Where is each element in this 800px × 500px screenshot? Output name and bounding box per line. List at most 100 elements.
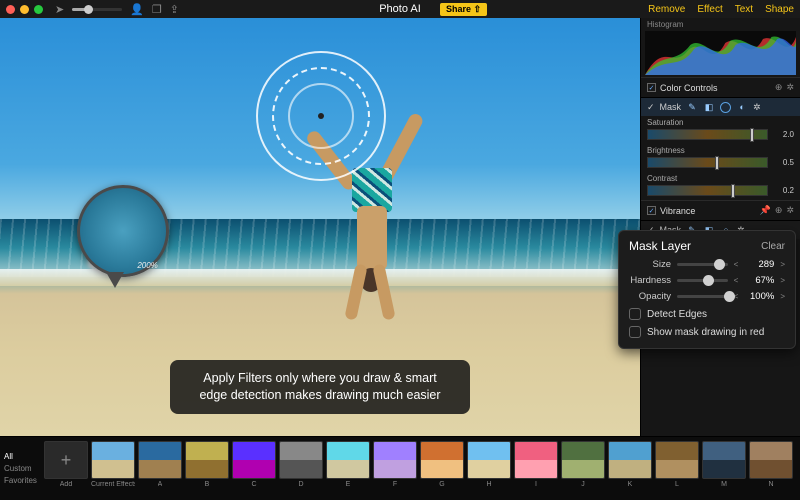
brush-preview-circle[interactable] [256,51,386,181]
thumb-label: N [768,481,773,488]
magnifier-loupe[interactable]: 200% [77,185,169,277]
filter-thumb[interactable]: I [514,441,558,488]
gear-icon[interactable]: ✲ [786,82,794,93]
pin-icon[interactable]: 📌 [760,205,771,216]
size-slider[interactable] [677,263,728,266]
decrement-icon[interactable]: < [734,260,739,269]
clear-button[interactable]: Clear [761,241,785,252]
category-favorites[interactable]: Favorites [4,476,40,485]
invert-icon[interactable]: ◐ [736,101,748,113]
param-value: 0.5 [772,158,794,167]
window-minimize-icon[interactable] [20,5,29,14]
thumb-label: F [393,481,397,488]
filter-thumb[interactable]: K [608,441,652,488]
eraser-tool-icon[interactable]: ◧ [703,101,715,113]
hint-callout: Apply Filters only where you draw & smar… [170,360,470,414]
checkbox-label: Show mask drawing in red [647,327,764,338]
histogram [645,31,796,75]
export-icon[interactable]: ⇪ [170,3,179,16]
filter-thumb[interactable]: Current Effects [91,441,135,488]
thumb-label: J [581,481,585,488]
increment-icon[interactable]: > [780,292,785,301]
pointer-icon[interactable]: ➤ [55,3,64,16]
pin-icon[interactable]: ⊕ [775,82,783,93]
thumb-label: E [346,481,351,488]
filter-thumb[interactable]: C [232,441,276,488]
hardness-slider[interactable] [677,279,728,282]
brightness-slider[interactable] [647,157,768,168]
slider-value: 289 [744,259,774,270]
section-vibrance[interactable]: ✓ Vibrance 📌 ⊕ ✲ [641,200,800,220]
brush-tool-icon[interactable]: ✎ [686,101,698,113]
section-label: Vibrance [660,206,756,216]
user-icon[interactable]: 👤 [130,3,144,16]
decrement-icon[interactable]: < [734,276,739,285]
increment-icon[interactable]: > [780,276,785,285]
contrast-slider[interactable] [647,185,768,196]
filter-thumb[interactable]: J [561,441,605,488]
slider-value: 100% [744,291,774,302]
filter-thumb[interactable]: M [702,441,746,488]
checkbox-icon[interactable]: ✓ [647,83,656,92]
inspector-panel: Histogram ✓ Color Controls ⊕ ✲ ✓ Mask ✎ … [640,18,800,436]
checkbox-icon[interactable]: ✓ [647,102,655,113]
filter-thumb[interactable]: D [279,441,323,488]
thumb-label: C [251,481,256,488]
thumb-label: D [298,481,303,488]
size-row: Size < 289 > [629,259,785,270]
section-color-controls[interactable]: ✓ Color Controls ⊕ ✲ [641,77,800,97]
param-label: Contrast [647,174,794,183]
increment-icon[interactable]: > [780,260,785,269]
slider-label: Opacity [629,291,671,302]
filter-thumb[interactable]: F [373,441,417,488]
checkbox-icon[interactable] [629,308,641,320]
gear-icon[interactable]: ✲ [753,102,761,113]
histogram-label: Histogram [641,18,800,31]
share-button[interactable]: Share ⇧ [440,3,487,16]
category-all[interactable]: All [4,452,40,461]
filter-thumb[interactable]: B [185,441,229,488]
mode-shape[interactable]: Shape [765,4,794,15]
image-canvas[interactable]: 200% Apply Filters only where you draw &… [0,18,640,436]
param-label: Saturation [647,118,794,127]
filter-thumb[interactable]: L [655,441,699,488]
mask-label: Mask [660,102,682,112]
mode-text[interactable]: Text [735,4,753,15]
gear-icon[interactable]: ✲ [786,205,794,216]
mask-layer-popover: Mask Layer Clear Size < 289 > Hardness <… [618,230,796,349]
add-icon[interactable]: ⊕ [775,205,783,216]
checkbox-icon[interactable]: ✓ [647,206,656,215]
app-title: Photo AI [379,3,421,15]
thumb-label: M [721,481,727,488]
layers-icon[interactable]: ❐ [152,3,162,16]
filter-thumb[interactable]: + Add [44,441,88,488]
detect-edges-checkbox[interactable]: Detect Edges [629,308,785,320]
mode-effect[interactable]: Effect [697,4,722,15]
mode-remove[interactable]: Remove [648,4,685,15]
slider-label: Hardness [629,275,671,286]
checkbox-label: Detect Edges [647,309,707,320]
category-custom[interactable]: Custom [4,464,40,473]
filmstrip-categories: All Custom Favorites [0,437,40,500]
window-zoom-icon[interactable] [34,5,43,14]
filter-thumb[interactable]: N [749,441,793,488]
show-red-checkbox[interactable]: Show mask drawing in red [629,326,785,338]
thumb-label: G [439,481,444,488]
add-filter-icon[interactable]: + [44,441,88,479]
thumb-label: Add [60,481,72,488]
thumb-label: I [535,481,537,488]
filter-thumb[interactable]: G [420,441,464,488]
opacity-slider[interactable] [677,295,728,298]
zoom-slider[interactable] [72,8,122,11]
shape-tool-icon[interactable] [720,102,731,113]
filter-thumb[interactable]: H [467,441,511,488]
mask-row-1[interactable]: ✓ Mask ✎ ◧ ◐ ✲ [641,97,800,116]
saturation-slider[interactable] [647,129,768,140]
window-close-icon[interactable] [6,5,15,14]
checkbox-icon[interactable] [629,326,641,338]
param-value: 0.2 [772,186,794,195]
filter-thumb[interactable]: E [326,441,370,488]
section-label: Color Controls [660,83,771,93]
filter-thumb[interactable]: A [138,441,182,488]
param-value: 2.0 [772,130,794,139]
